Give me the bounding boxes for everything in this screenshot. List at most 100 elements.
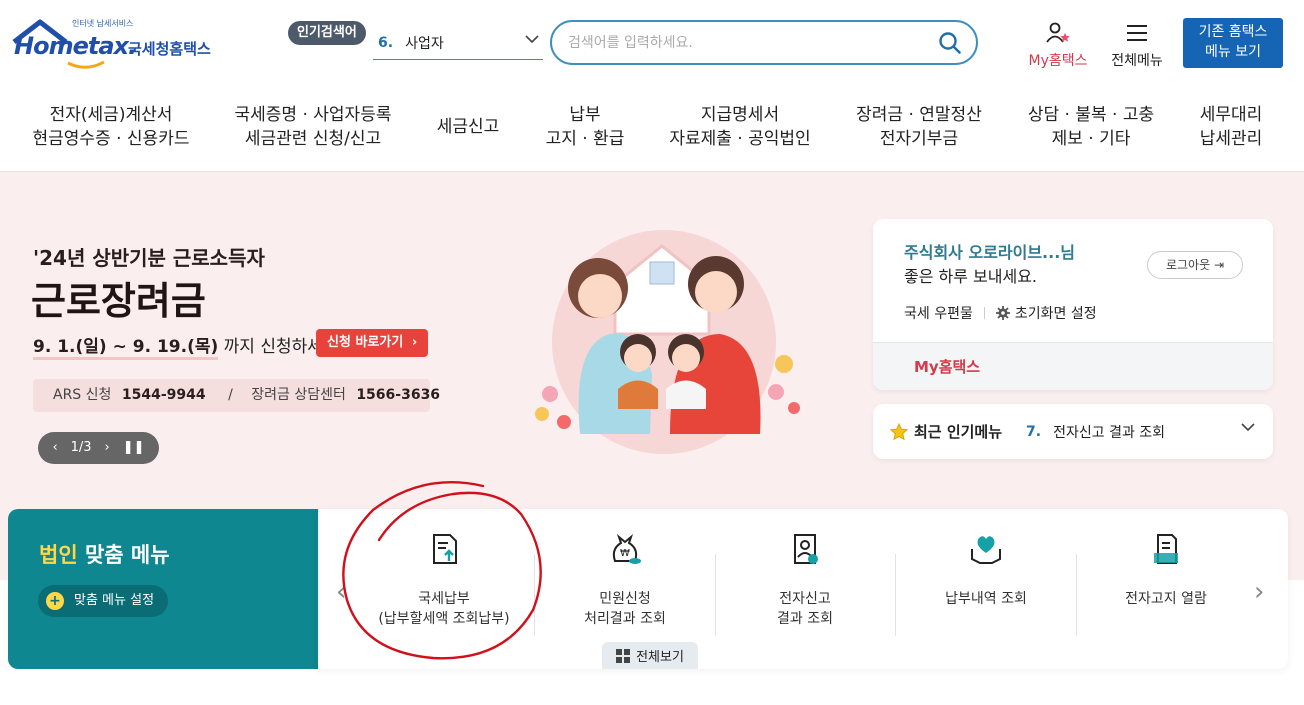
gnb-incentive[interactable]: 장려금 · 연말정산 전자기부금 [848, 103, 990, 151]
logout-label: 로그아웃 [1165, 258, 1211, 272]
logo-tagline: 인터넷 납세서비스 [72, 19, 134, 28]
search-box[interactable] [550, 20, 978, 65]
plus-icon: + [46, 592, 64, 610]
family-illustration [535, 230, 800, 454]
pause-icon[interactable]: ❚❚ [123, 432, 145, 464]
gnb-label: 세금관련 신청/신고 [244, 129, 382, 149]
all-menu-label: 전체메뉴 [1111, 53, 1163, 69]
gear-icon [995, 306, 1010, 320]
gnb-label: 납부 [569, 105, 601, 125]
chevron-right-icon: › [411, 335, 418, 350]
my-hometax-tab[interactable]: My홈택스 [873, 342, 1273, 390]
user-name[interactable]: 주식회사 오로라이브... [904, 243, 1060, 262]
menu-label: 전자신고 결과 조회 [715, 589, 895, 629]
menu-payment-history[interactable]: 납부내역 조회 [896, 529, 1076, 609]
gnb-label: 전자기부금 [879, 129, 959, 149]
user-name-suffix: 님 [1060, 243, 1076, 262]
gnb-label: 고지 · 환급 [545, 129, 625, 149]
center-label: 장려금 상담센터 [251, 387, 346, 403]
hero-date-text: 9. 1.(일) ~ 9. 19.(목) 까지 신청하세요! [33, 332, 345, 360]
chevron-down-icon[interactable] [1241, 422, 1255, 432]
hero-date: 9. 1.(일) ~ 9. 19.(목) [33, 337, 219, 360]
greeting-text: 좋은 하루 보내세요. [904, 267, 1038, 286]
gnb-label: 국세증명 · 사업자등록 [234, 105, 392, 125]
user-greeting: 주식회사 오로라이브...님 좋은 하루 보내세요. [904, 241, 1075, 289]
ars-number: 1544-9944 [121, 387, 206, 403]
user-info-card: 주식회사 오로라이브...님 좋은 하루 보내세요. 로그아웃 ⇥ 국세 우편물… [873, 219, 1273, 390]
user-star-icon [1046, 22, 1070, 43]
annotation-circle [342, 481, 542, 660]
custom-menu-header: 법인 맞춤 메뉴 + 맞춤 메뉴 설정 [8, 509, 320, 669]
logo-wordmark: Hometax. [14, 32, 137, 60]
popular-menu-bar[interactable]: 최근 인기메뉴 7. 전자신고 결과 조회 [873, 404, 1273, 459]
menu-label-line: 민원신청 [599, 591, 651, 607]
search-icon[interactable] [938, 31, 962, 55]
view-all-label: 전체보기 [636, 650, 684, 665]
apply-now-label: 신청 바로가기 [327, 335, 404, 350]
gnb-payment-statement[interactable]: 지급명세서 자료제출 · 공익법인 [664, 103, 816, 151]
menu-e-notice[interactable]: 전자고지 열람 [1076, 529, 1256, 609]
hometax-logo[interactable]: 인터넷 납세서비스 Hometax. 국세청홈택스 [10, 18, 225, 70]
heart-hands-icon [971, 536, 1001, 564]
all-menu-button[interactable]: 전체메뉴 [1105, 22, 1169, 70]
init-setting-link[interactable]: 초기화면 설정 [1015, 303, 1097, 323]
menu-label-line: 전자신고 [779, 591, 831, 607]
menu-civil-result[interactable]: ₩ 민원신청 처리결과 조회 [535, 529, 715, 629]
popular-menu-rank: 7. [1026, 423, 1042, 440]
divider [983, 307, 985, 319]
logout-icon: ⇥ [1213, 258, 1225, 272]
custom-menu-setting-button[interactable]: + 맞춤 메뉴 설정 [38, 585, 169, 617]
popular-search-dropdown[interactable]: 6. 사업자 [373, 26, 543, 60]
banner-pager: ‹ 1/3 › ❚❚ [38, 432, 159, 464]
my-hometax-button[interactable]: My홈택스 [1022, 22, 1094, 70]
hero-title: 근로장려금 [31, 279, 206, 323]
my-hometax-tab-label: My홈택스 [914, 358, 981, 376]
my-hometax-label: My홈택스 [1028, 53, 1088, 69]
chevron-down-icon [525, 35, 539, 44]
chevron-right-icon[interactable]: › [1254, 577, 1264, 607]
certificate-icon [794, 534, 818, 564]
gnb-label: 세무대리 [1199, 105, 1263, 125]
gnb-label: 상담 · 불복 · 고충 [1027, 105, 1155, 125]
view-all-button[interactable]: 전체보기 [602, 642, 698, 669]
logout-button[interactable]: 로그아웃 ⇥ [1147, 251, 1243, 279]
gnb-label: 제보 · 기타 [1051, 129, 1131, 149]
classic-menu-button[interactable]: 기존 홈택스 메뉴 보기 [1183, 18, 1283, 68]
menu-label-line: 납부내역 조회 [945, 591, 1027, 607]
next-slide-icon[interactable]: › [105, 432, 110, 464]
search-input[interactable] [568, 31, 918, 55]
classic-menu-line1: 기존 홈택스 [1198, 24, 1268, 40]
gnb-counsel[interactable]: 상담 · 불복 · 고충 제보 · 기타 [1022, 103, 1160, 151]
popular-menu-item[interactable]: 전자신고 결과 조회 [1053, 422, 1165, 442]
menu-label-line: 전자고지 열람 [1125, 591, 1207, 607]
popular-menu-title: 최근 인기메뉴 [914, 423, 1003, 441]
global-nav: 전자(세금)계산서 현금영수증 · 신용카드 국세증명 · 사업자등록 세금관련… [0, 92, 1304, 172]
gnb-certificate[interactable]: 국세증명 · 사업자등록 세금관련 신청/신고 [232, 103, 394, 151]
money-bag-icon: ₩ [612, 533, 641, 564]
prev-slide-icon[interactable]: ‹ [52, 432, 57, 464]
hamburger-icon [1127, 25, 1147, 41]
menu-e-filing-result[interactable]: 전자신고 결과 조회 [715, 529, 895, 629]
star-icon [890, 422, 908, 440]
grid-icon [616, 648, 631, 663]
gnb-label: 현금영수증 · 신용카드 [32, 129, 190, 149]
gnb-label: 장려금 · 연말정산 [856, 105, 982, 125]
gnb-label: 세금신고 [436, 117, 500, 137]
center-number: 1566-3636 [356, 387, 441, 403]
gnb-label: 지급명세서 [700, 105, 780, 125]
classic-menu-line2: 메뉴 보기 [1205, 44, 1261, 60]
gnb-label: 납세관리 [1199, 129, 1263, 149]
custom-menu-setting-label: 맞춤 메뉴 설정 [74, 593, 155, 608]
logo-swoosh-icon [67, 60, 105, 69]
menu-label-line: 처리결과 조회 [584, 611, 666, 627]
apply-now-button[interactable]: 신청 바로가기 › [316, 329, 429, 357]
gnb-e-invoice[interactable]: 전자(세금)계산서 현금영수증 · 신용카드 [30, 103, 192, 151]
user-links: 국세 우편물 초기화면 설정 [904, 303, 1097, 323]
menu-label: 전자고지 열람 [1076, 589, 1256, 609]
gnb-tax-agent[interactable]: 세무대리 납세관리 [1190, 103, 1272, 151]
popular-search-rank: 6. [378, 34, 394, 51]
mailbox-link[interactable]: 국세 우편물 [904, 303, 973, 323]
gnb-payment[interactable]: 납부 고지 · 환급 [538, 103, 632, 151]
gnb-label: 전자(세금)계산서 [49, 105, 173, 125]
gnb-tax-return[interactable]: 세금신고 [428, 115, 508, 139]
